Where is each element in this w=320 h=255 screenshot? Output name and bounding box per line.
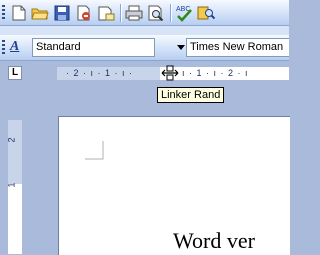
vertical-ruler-label: 1 (6, 182, 17, 188)
research-icon (197, 6, 215, 20)
resize-margin-icon[interactable] (161, 64, 179, 82)
email-icon (98, 6, 115, 21)
save-disk-icon (54, 5, 70, 21)
print-preview-icon (148, 5, 164, 21)
permission-icon (77, 5, 90, 21)
new-document-icon (12, 5, 26, 21)
vertical-ruler-top-margin (8, 120, 22, 184)
new-document-button[interactable] (9, 3, 29, 23)
toolbar-grip[interactable] (2, 40, 5, 56)
permission-button[interactable] (74, 3, 94, 23)
horizontal-ruler[interactable]: L · 2 · ı · 1 · ı · ı · 1 · ı · 2 · ı (0, 62, 289, 84)
vertical-ruler-label: 2 (6, 137, 17, 143)
text-boundary-corner-icon (85, 141, 104, 160)
left-margin-tooltip: Linker Rand (157, 87, 225, 103)
spelling-grammar-button[interactable]: ABC (174, 3, 194, 23)
open-folder-icon (31, 8, 49, 20)
font-combobox[interactable]: Times New Roman (186, 38, 289, 57)
spelling-grammar-icon: ABC (176, 6, 192, 22)
save-button[interactable] (52, 3, 72, 23)
chevron-down-icon (177, 45, 185, 50)
research-button[interactable] (196, 3, 216, 23)
open-button[interactable] (30, 3, 50, 23)
toolbar-separator (170, 4, 172, 22)
styles-formatting-icon[interactable]: A (10, 39, 30, 57)
toolbar-separator (120, 4, 122, 22)
print-preview-button[interactable] (146, 3, 166, 23)
ruler-scale-left: · 2 · ı · 1 · ı · (66, 68, 134, 78)
email-button[interactable] (96, 3, 116, 23)
formatting-toolbar: A Standard Times New Roman (0, 35, 289, 61)
standard-toolbar: ABC (0, 0, 289, 26)
style-combobox[interactable]: Standard (32, 38, 155, 57)
tab-selector-button[interactable]: L (8, 66, 22, 80)
ruler-scale-right: ı · 1 · ı · 2 · ı (182, 68, 249, 78)
print-icon (125, 5, 143, 21)
toolbar-gap (0, 26, 289, 35)
print-button[interactable] (124, 3, 144, 23)
document-text[interactable]: Word ver (173, 228, 255, 254)
toolbar-grip[interactable] (2, 5, 5, 21)
